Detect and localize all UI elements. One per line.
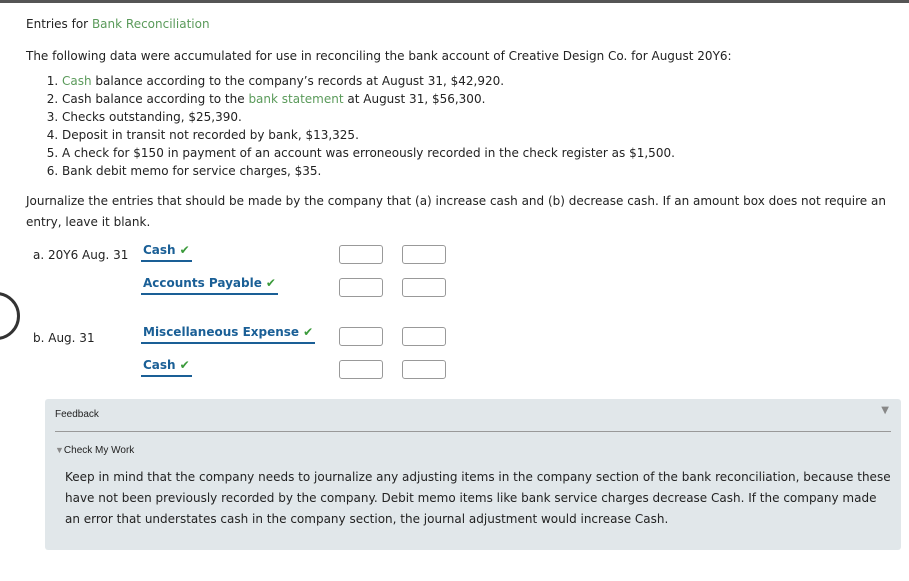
account-name: Accounts Payable [143, 276, 262, 290]
list-item: Cash balance according to the bank state… [62, 90, 675, 108]
feedback-text: Keep in mind that the company needs to j… [65, 470, 891, 526]
item-text: balance according to the company’s recor… [91, 74, 505, 88]
bank-statement-link[interactable]: bank statement [248, 92, 343, 106]
item-text: Cash balance according to the [62, 92, 249, 106]
check-icon: ✔ [303, 325, 314, 339]
list-item: Deposit in transit not recorded by bank,… [62, 126, 675, 144]
intro-text: The following data were accumulated for … [26, 49, 732, 63]
cash-link[interactable]: Cash [62, 74, 92, 88]
entry-a-credit-amount-1[interactable] [402, 245, 446, 264]
entry-b-debit-amount[interactable] [339, 327, 383, 346]
check-icon: ✔ [179, 358, 190, 372]
list-item: A check for $150 in payment of an accoun… [62, 144, 675, 162]
page-title: Entries for Bank Reconciliation [26, 17, 210, 31]
account-name: Cash [143, 358, 176, 372]
entry-b-debit-amount-2[interactable] [339, 360, 383, 379]
check-my-work-label: Check My Work [63, 445, 135, 456]
data-list: Cash balance according to the company’s … [26, 72, 675, 180]
entry-a-credit-amount[interactable] [402, 278, 446, 297]
entry-b-credit-account[interactable]: Cash ✔ [141, 358, 192, 377]
entry-a-credit-account[interactable]: Accounts Payable ✔ [141, 276, 278, 295]
entry-b-credit-amount-1[interactable] [402, 327, 446, 346]
entry-a-debit-amount[interactable] [339, 245, 383, 264]
top-bar [0, 0, 909, 3]
title-prefix: Entries for [26, 17, 92, 31]
item-text: at August 31, $56,300. [343, 92, 486, 106]
divider [55, 431, 891, 432]
entry-b-date: b. Aug. 31 [33, 331, 95, 345]
collapse-arrow-icon[interactable]: ▼ [881, 405, 889, 416]
instructions-line-2: entry, leave it blank. [26, 215, 151, 229]
list-item: Checks outstanding, $25,390. [62, 108, 675, 126]
entry-b-debit-account[interactable]: Miscellaneous Expense ✔ [141, 325, 316, 344]
triangle-down-icon: ▼ [55, 445, 64, 455]
instructions-line-1: Journalize the entries that should be ma… [26, 194, 886, 208]
circle-indicator [0, 292, 20, 340]
feedback-panel: Feedback ▼ ▼Check My Work Keep in mind t… [45, 399, 901, 550]
entry-a-date: a. 20Y6 Aug. 31 [33, 248, 129, 262]
feedback-title: Feedback [55, 409, 99, 420]
bank-reconciliation-link[interactable]: Bank Reconciliation [92, 17, 210, 31]
list-item: Cash balance according to the company’s … [62, 72, 675, 90]
list-item: Bank debit memo for service charges, $35… [62, 162, 675, 180]
check-my-work-toggle[interactable]: ▼Check My Work [55, 445, 134, 456]
check-icon: ✔ [265, 276, 276, 290]
entry-b-credit-amount[interactable] [402, 360, 446, 379]
entry-a-debit-account[interactable]: Cash ✔ [141, 243, 192, 262]
account-name: Miscellaneous Expense [143, 325, 300, 339]
account-name: Cash [143, 243, 176, 257]
check-icon: ✔ [179, 243, 190, 257]
entry-a-debit-amount-2[interactable] [339, 278, 383, 297]
